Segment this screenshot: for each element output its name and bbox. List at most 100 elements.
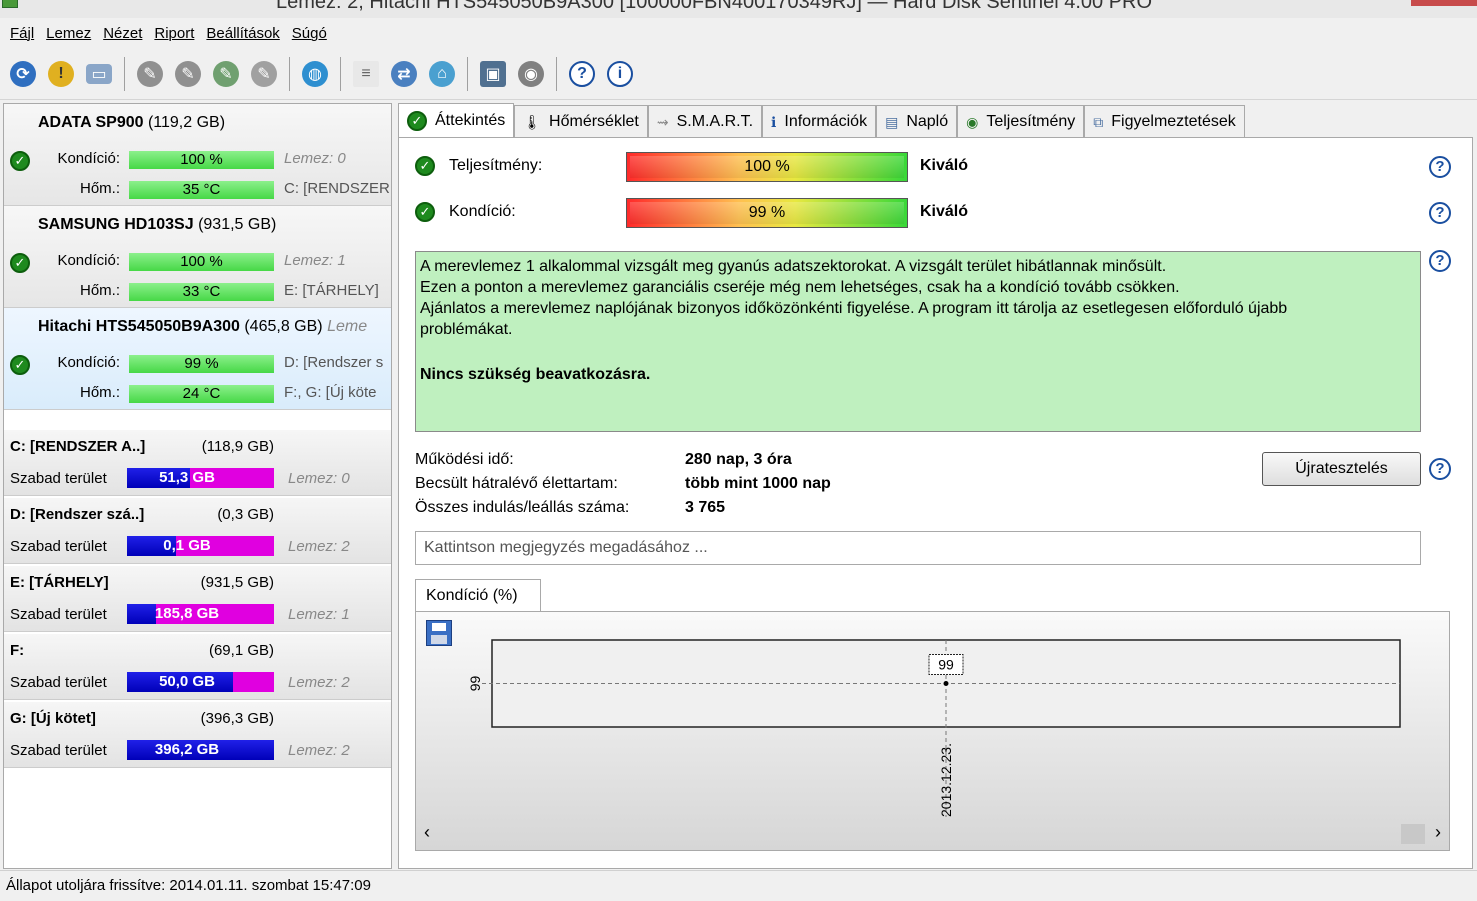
scroll-thumb[interactable]: [1401, 824, 1425, 844]
volume-name: D: [Rendszer szá..]: [10, 506, 145, 523]
temperature-label: Hőm.:: [79, 180, 120, 197]
volume-list: F:, G: [Új köte: [284, 384, 377, 401]
condition-chart: 99 99 2013.12.23. ‹ ›: [415, 611, 1450, 851]
condition-row: ✓ Kondíció: 99 % Kiváló: [415, 198, 1465, 228]
alert-button[interactable]: !: [44, 57, 78, 91]
tab-log[interactable]: ▤ Napló: [876, 105, 958, 138]
info-button[interactable]: i: [603, 57, 637, 91]
refresh-button[interactable]: ⟳: [6, 57, 40, 91]
test-button-1[interactable]: ✎: [133, 57, 167, 91]
volume-list: E: [TÁRHELY]: [284, 282, 379, 299]
help-icon[interactable]: ?: [1429, 202, 1451, 224]
ok-icon: ✓: [415, 202, 435, 222]
menu-report[interactable]: Riport: [154, 25, 194, 42]
ok-icon: ✓: [407, 111, 427, 131]
volume-name: G: [Új kötet]: [10, 710, 96, 727]
report-button[interactable]: ≡: [349, 57, 383, 91]
retest-button[interactable]: Újratesztelés: [1262, 452, 1421, 486]
volume-name: F:: [10, 642, 25, 659]
refresh-icon: ⟳: [10, 60, 36, 87]
menu-bar: Fájl Lemez Nézet Riport Beállítások Súgó: [0, 18, 1477, 48]
free-space-bar: 185,8 GB: [127, 604, 274, 624]
volume-item-g[interactable]: G: [Új kötet] (396,3 GB) Szabad terület …: [4, 702, 391, 768]
data-point: [943, 681, 949, 686]
volume-item-c[interactable]: C: [RENDSZER A..] (118,9 GB) Szabad terü…: [4, 430, 391, 496]
condition-bar: 99 %: [626, 198, 908, 228]
status-bar: Állapot utoljára frissítve: 2014.01.11. …: [0, 870, 1477, 901]
performance-icon: ◉: [966, 113, 979, 130]
tab-alerts[interactable]: ⧉ Figyelmeztetések: [1084, 105, 1245, 138]
warning-icon: !: [48, 60, 74, 87]
volume-list: C: [RENDSZER: [284, 180, 390, 197]
sync-icon: ⇄: [391, 60, 417, 87]
probe-icon: ✎: [175, 60, 201, 87]
free-space-bar: 396,2 GB: [127, 740, 274, 760]
volume-item-d[interactable]: D: [Rendszer szá..] (0,3 GB) Szabad terü…: [4, 498, 391, 564]
close-button[interactable]: [1411, 0, 1477, 6]
menu-help[interactable]: Súgó: [292, 25, 327, 42]
temperature-label: Hőm.:: [79, 384, 120, 401]
scroll-left-icon[interactable]: ‹: [424, 822, 430, 843]
disk-item-samsung[interactable]: SAMSUNG HD103SJ (931,5 GB) ✓ Kondíció: 1…: [4, 206, 391, 308]
menu-disk[interactable]: Lemez: [46, 25, 91, 42]
toolbar-separator: [556, 56, 557, 91]
condition-bar: 99 %: [129, 355, 274, 373]
thermometer-icon: 🌡: [523, 113, 542, 130]
ok-icon: ✓: [415, 156, 435, 176]
disk-button[interactable]: ▭: [82, 57, 116, 91]
volume-size: (69,1 GB): [208, 642, 274, 659]
volume-item-e[interactable]: E: [TÁRHELY] (931,5 GB) Szabad terület 1…: [4, 566, 391, 632]
test-button-4[interactable]: ✎: [247, 57, 281, 91]
free-space-bar: 0,1 GB: [127, 536, 274, 556]
help-icon[interactable]: ?: [1429, 458, 1451, 480]
web-button[interactable]: ◍: [298, 57, 332, 91]
volume-disk: Lemez: 2: [288, 538, 350, 555]
performance-bar: 100 %: [626, 152, 908, 182]
message-line: Ezen a ponton a merevlemez garanciális c…: [420, 279, 1180, 296]
temperature-bar: 33 °C: [129, 283, 274, 301]
tab-temperature[interactable]: 🌡 Hőmérséklet: [514, 105, 648, 138]
tab-performance[interactable]: ◉ Teljesítmény: [957, 105, 1085, 138]
toolbar-separator: [467, 56, 468, 91]
menu-settings[interactable]: Beállítások: [206, 25, 279, 42]
free-space-label: Szabad terület: [10, 742, 107, 759]
window-title: Lemez: 2, Hitachi HTS545050B9A300 [10000…: [276, 0, 1153, 13]
network-button[interactable]: ⌂: [425, 57, 459, 91]
performance-row: ✓ Teljesítmény: 100 % Kiváló: [415, 152, 1465, 182]
scroll-right-icon[interactable]: ›: [1435, 822, 1441, 843]
tab-information[interactable]: ℹ Információk: [762, 105, 877, 138]
sync-button[interactable]: ⇄: [387, 57, 421, 91]
disk-item-adata[interactable]: ADATA SP900 (119,2 GB) ✓ Kondíció: 100 %…: [4, 104, 391, 206]
overview-panel: ✓ Teljesítmény: 100 % Kiváló ? ✓ Kondíci…: [398, 137, 1473, 869]
test-button-2[interactable]: ✎: [171, 57, 205, 91]
alerts-icon: ⧉: [1093, 113, 1104, 130]
tab-overview[interactable]: ✓ Áttekintés: [398, 103, 515, 138]
volume-item-f[interactable]: F: (69,1 GB) Szabad terület 50,0 GB Leme…: [4, 634, 391, 700]
sound-button[interactable]: ◉: [514, 57, 548, 91]
status-message: A merevlemez 1 alkalommal vizsgált meg g…: [415, 251, 1421, 432]
help-button[interactable]: ?: [565, 57, 599, 91]
message-summary: Nincs szükség beavatkozásra.: [420, 366, 651, 383]
help-icon[interactable]: ?: [1429, 156, 1451, 178]
disk-item-hitachi[interactable]: Hitachi HTS545050B9A300 (465,8 GB) Leme …: [4, 308, 391, 410]
smart-icon: ⇝: [656, 113, 669, 130]
monitor-button[interactable]: ▣: [476, 57, 510, 91]
tab-smart[interactable]: ⇝ S.M.A.R.T.: [647, 105, 763, 138]
performance-rating: Kiváló: [920, 157, 969, 174]
free-space-label: Szabad terület: [10, 538, 107, 555]
message-line: problémákat.: [420, 321, 513, 338]
menu-file[interactable]: Fájl: [10, 25, 34, 42]
test-button-3[interactable]: ✎: [209, 57, 243, 91]
title-bar: Lemez: 2, Hitachi HTS545050B9A300 [10000…: [0, 0, 1477, 18]
message-line: A merevlemez 1 alkalommal vizsgált meg g…: [420, 258, 1167, 275]
note-field[interactable]: Kattintson megjegyzés megadásához ...: [415, 531, 1421, 565]
speaker-icon: ◉: [518, 60, 544, 87]
condition-label: Kondíció:: [57, 252, 120, 269]
chart-scrollbar[interactable]: ‹ ›: [416, 820, 1449, 850]
menu-view[interactable]: Nézet: [103, 25, 142, 42]
monitor-icon: ▣: [480, 60, 506, 87]
condition-label: Kondíció:: [57, 354, 120, 371]
help-icon[interactable]: ?: [1429, 250, 1451, 272]
tab-condition-chart[interactable]: Kondíció (%): [415, 579, 541, 613]
condition-bar: 100 %: [129, 151, 274, 169]
